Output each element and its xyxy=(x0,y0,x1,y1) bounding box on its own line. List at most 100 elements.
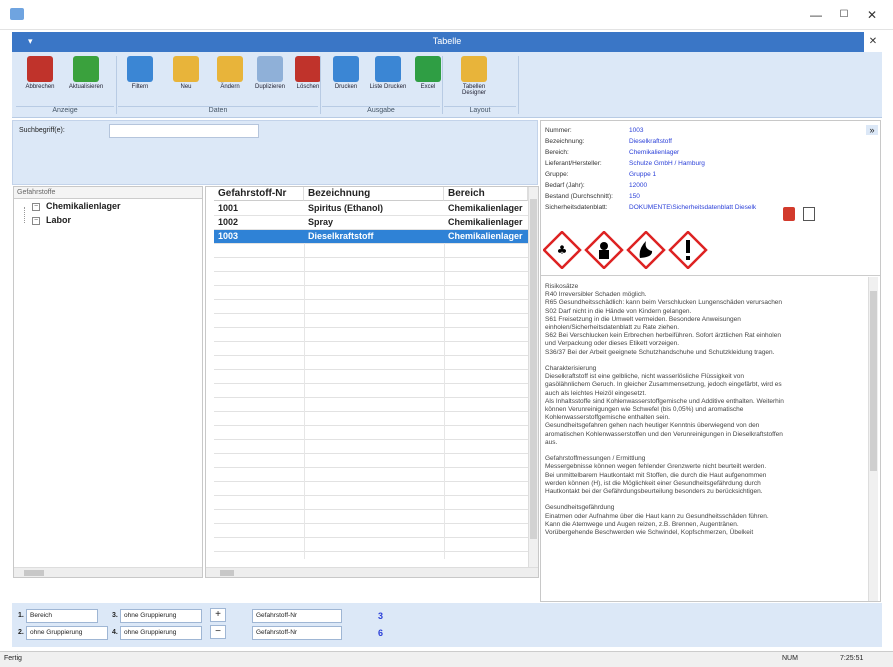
sort-select-2[interactable]: Gefahrstoff-Nr xyxy=(252,626,342,640)
table-cell: Chemikalienlager xyxy=(448,217,523,227)
detail-value: Gruppe 1 xyxy=(629,171,657,178)
group-select-1[interactable]: Bereich xyxy=(26,609,98,623)
ribbon-button-excel[interactable]: Excel xyxy=(406,54,450,104)
vertical-scrollbar[interactable] xyxy=(528,187,538,567)
ribbon-icon xyxy=(333,56,359,82)
svg-text:♣: ♣ xyxy=(557,243,568,257)
hazard-symbols: ♣ xyxy=(542,230,713,270)
ribbon-button-drucken[interactable]: Drucken xyxy=(324,54,368,104)
scroll-thumb[interactable] xyxy=(530,199,537,539)
ribbon-button-label: Liste Drucken xyxy=(369,84,407,90)
minimize-button[interactable]: — xyxy=(806,6,826,24)
remove-group-button[interactable]: − xyxy=(210,625,226,639)
table-row xyxy=(214,524,532,538)
ribbon-button-abbrechen[interactable]: Abbrechen xyxy=(18,54,62,104)
flammable-icon xyxy=(626,230,666,270)
search-panel: Suchbegriff(e): xyxy=(12,120,538,185)
table-row xyxy=(214,538,532,552)
detail-value[interactable]: DOKUMENTE\Sicherheitsdatenblatt Dieselk xyxy=(629,204,756,211)
record-count-1: 3 xyxy=(378,611,384,621)
vertical-scrollbar[interactable] xyxy=(868,277,878,601)
group-level-3: 3. xyxy=(112,612,118,619)
table-row xyxy=(214,440,532,454)
column-header-bereich[interactable]: Bereich xyxy=(444,187,528,201)
grid-gridlines xyxy=(304,243,305,559)
health-hazard-icon xyxy=(584,230,624,270)
grouping-bar: 1. Bereich 3. ohne Gruppierung + Gefahrs… xyxy=(12,603,882,647)
ribbon-button-label: Tabellen Designer xyxy=(461,84,486,96)
ribbon-icon xyxy=(415,56,441,82)
scroll-thumb[interactable] xyxy=(220,570,234,576)
ribbon-button-neu[interactable]: Neu xyxy=(164,54,208,104)
group-ausgabe: Ausgabe xyxy=(322,106,440,116)
table-row xyxy=(214,454,532,468)
column-header-bezeichnung[interactable]: Bezeichnung xyxy=(304,187,444,201)
detail-label: Bereich: xyxy=(545,149,569,156)
num-lock-indicator: NUM xyxy=(782,655,798,662)
search-input[interactable] xyxy=(109,124,259,138)
detail-label: Bezeichnung: xyxy=(545,138,585,145)
environment-hazard-icon: ♣ xyxy=(542,230,582,270)
horizontal-scrollbar[interactable] xyxy=(206,567,538,577)
table-row[interactable]: 1002 Spray Chemikalienlager xyxy=(214,216,532,230)
horizontal-scrollbar[interactable] xyxy=(14,567,202,577)
ribbon-button-ändern[interactable]: Ändern xyxy=(208,54,252,104)
group-select-4[interactable]: ohne Gruppierung xyxy=(120,626,202,640)
ribbon-button-label: Abbrechen xyxy=(25,84,55,90)
app-icon xyxy=(10,8,24,20)
record-count-2: 6 xyxy=(378,628,384,638)
add-group-button[interactable]: + xyxy=(210,608,226,622)
grid-gridlines xyxy=(444,243,445,559)
expand-icon[interactable]: − xyxy=(32,203,40,211)
ribbon-button-tabellen-designer[interactable]: Tabellen Designer xyxy=(452,54,496,104)
column-header-nr[interactable]: Gefahrstoff-Nr xyxy=(214,187,304,201)
ribbon-icon xyxy=(127,56,153,82)
ribbon-button-label: Neu xyxy=(180,84,192,90)
divider xyxy=(320,56,321,114)
ribbon: Abbrechen Aktualisieren Filtern Neu Ändern Du… xyxy=(12,52,882,118)
tree-line xyxy=(24,207,25,223)
ribbon-button-aktualisieren[interactable]: Aktualisieren xyxy=(64,54,108,104)
group-select-3[interactable]: ohne Gruppierung xyxy=(120,609,202,623)
divider xyxy=(541,275,880,276)
expand-icon[interactable]: − xyxy=(32,217,40,225)
group-level-1: 1. xyxy=(18,612,24,619)
ribbon-icon xyxy=(73,56,99,82)
divider xyxy=(518,56,519,114)
table-row xyxy=(214,426,532,440)
status-text: Fertig xyxy=(4,655,22,662)
pdf-icon[interactable] xyxy=(783,207,795,221)
group-select-2[interactable]: ohne Gruppierung xyxy=(26,626,108,640)
table-row xyxy=(214,370,532,384)
table-row[interactable]: 1001 Spiritus (Ethanol) Chemikalienlager xyxy=(214,202,532,216)
close-icon[interactable]: ✕ xyxy=(864,32,882,52)
ribbon-button-liste-drucken[interactable]: Liste Drucken xyxy=(366,54,410,104)
edit-document-icon[interactable] xyxy=(803,207,815,221)
table-row xyxy=(214,286,532,300)
ribbon-icon xyxy=(295,56,321,82)
ribbon-button-filtern[interactable]: Filtern xyxy=(118,54,162,104)
data-grid: Gefahrstoff-Nr Bezeichnung Bereich 1001 S… xyxy=(205,186,539,578)
table-row xyxy=(214,510,532,524)
ribbon-button-label: Aktualisieren xyxy=(68,84,104,90)
table-row xyxy=(214,482,532,496)
table-row[interactable]: 1003 Dieselkraftstoff Chemikalienlager xyxy=(214,230,532,244)
table-row xyxy=(214,384,532,398)
expand-panel-button[interactable]: » xyxy=(866,125,878,135)
maximize-button[interactable]: ☐ xyxy=(834,6,854,24)
group-daten: Daten xyxy=(118,106,318,116)
table-row xyxy=(214,398,532,412)
ribbon-icon xyxy=(375,56,401,82)
category-tree: Gefahrstoffe − Chemikalienlager − Labor xyxy=(13,186,203,578)
description-text: Risikosätze R40 Irreversibler Schaden mö… xyxy=(545,283,784,537)
close-button[interactable]: ✕ xyxy=(862,6,882,24)
detail-value: Dieselkraftstoff xyxy=(629,138,672,145)
details-panel: Nummer: 1003 Bezeichnung: Dieselkraftstoff B… xyxy=(540,120,881,602)
scroll-thumb[interactable] xyxy=(870,291,877,471)
divider xyxy=(442,56,443,114)
table-row xyxy=(214,328,532,342)
scroll-thumb[interactable] xyxy=(24,570,44,576)
tree-item-label: Labor xyxy=(46,215,72,225)
sort-select-1[interactable]: Gefahrstoff-Nr xyxy=(252,609,342,623)
detail-label: Bestand (Durchschnitt): xyxy=(545,193,613,200)
